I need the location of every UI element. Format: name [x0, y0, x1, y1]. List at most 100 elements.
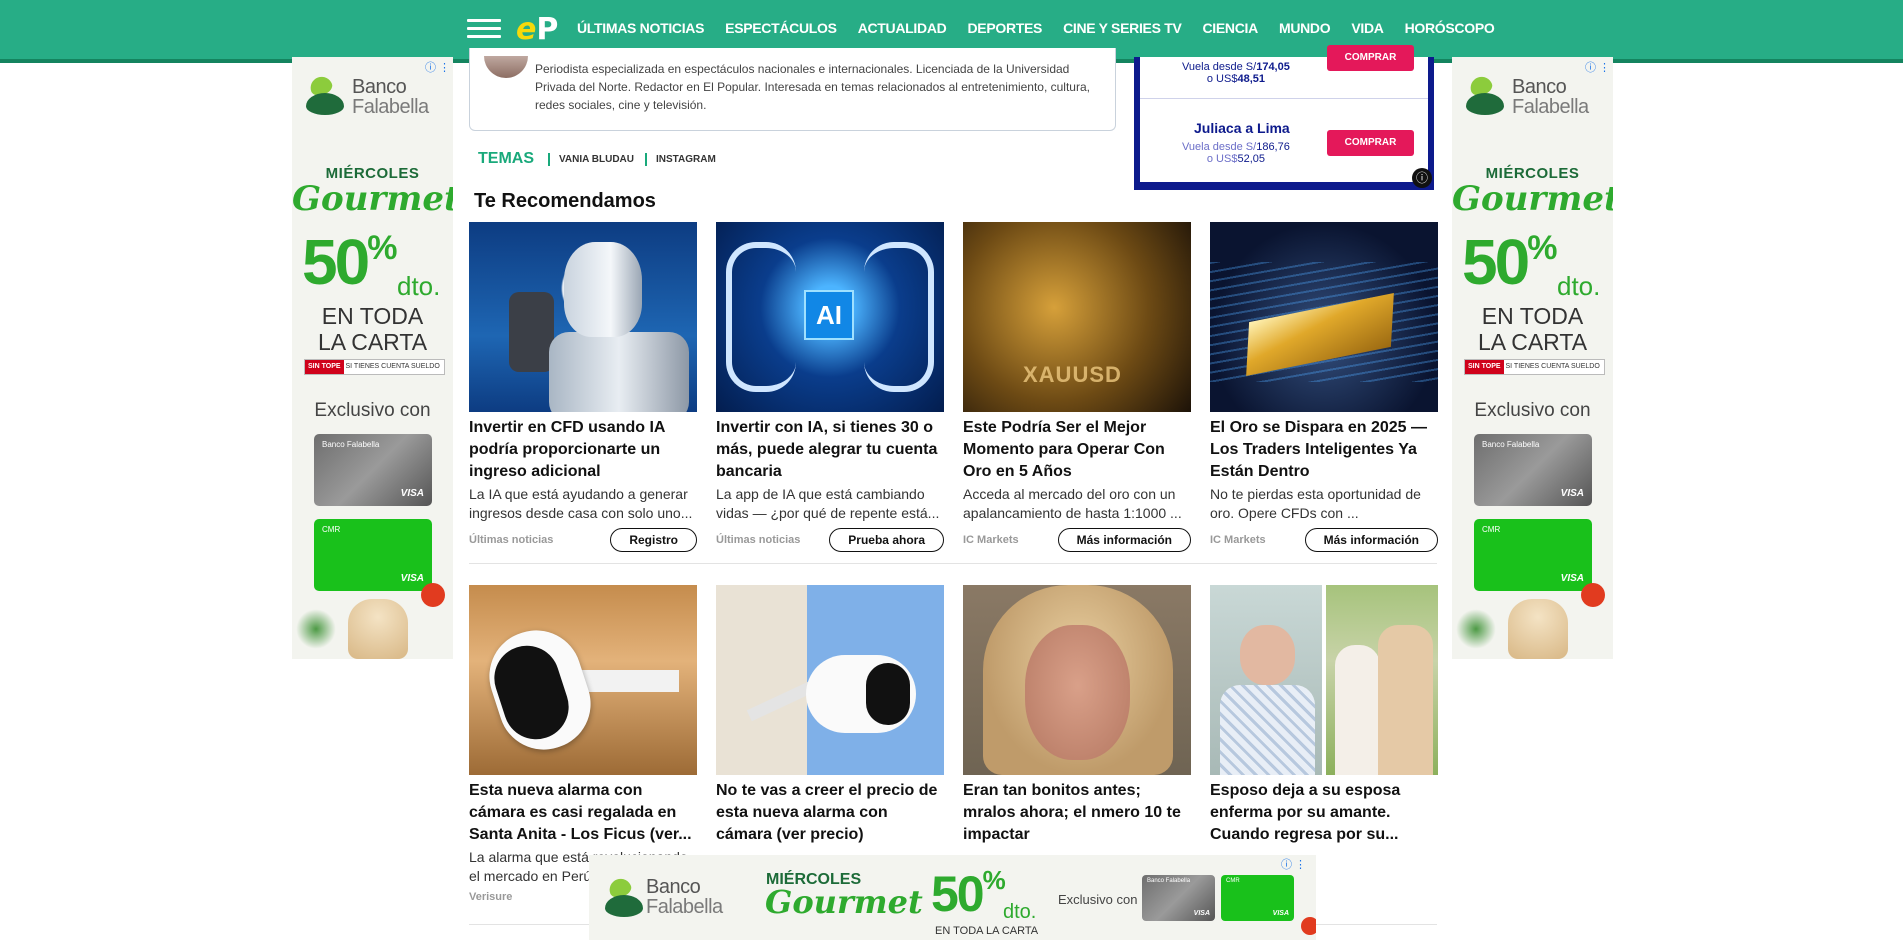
ad-gourmet: Gourmet: [1452, 179, 1613, 219]
ad-info-icon[interactable]: ⓘ: [1412, 168, 1432, 188]
nav-ciencia[interactable]: CIENCIA: [1202, 20, 1258, 36]
card-source: IC Markets: [963, 534, 1019, 546]
card-headline[interactable]: Invertir en CFD usando IA podría proporc…: [469, 417, 697, 483]
cmr-card-image: CMR VISA: [1221, 875, 1294, 921]
banco-falabella-logo: Banco Falabella: [1466, 73, 1589, 117]
card-headline[interactable]: Invertir con IA, si tienes 30 o más, pue…: [716, 417, 944, 483]
mas-informacion-button[interactable]: Más información: [1304, 528, 1438, 552]
ad-info-icon[interactable]: ⓘ ⋮: [425, 59, 450, 75]
robot-image[interactable]: [469, 222, 697, 412]
leaf-logo-icon: [306, 73, 346, 117]
bowl-decoration: [348, 599, 408, 659]
nav-espectaculos[interactable]: ESPECTÁCULOS: [725, 20, 837, 36]
flight-ad[interactable]: Vuela desde S/174,05 o US$48,51 COMPRAR …: [1134, 45, 1434, 190]
recommendation-card[interactable]: Eran tan bonitos antes; mralos ahora; el…: [963, 585, 1191, 846]
author-avatar[interactable]: [484, 56, 528, 78]
ad-exclusivo: Exclusivo con: [314, 400, 431, 421]
nav-actualidad[interactable]: ACTUALIDAD: [858, 20, 947, 36]
el-popular-logo[interactable]: eP: [516, 13, 562, 47]
ad-exclusivo: Exclusivo con: [1058, 892, 1138, 907]
ad-exclusivo: Exclusivo con: [1474, 400, 1591, 421]
ad-info-icon[interactable]: ⓘ ⋮: [1281, 856, 1306, 872]
card-description: No te pierdas esta oportunidad de oro. O…: [1210, 486, 1421, 521]
leaf-logo-icon: [605, 875, 643, 917]
right-side-ad[interactable]: ⓘ ⋮ Banco Falabella MIÉRCOLES Gourmet 50%…: [1452, 57, 1613, 659]
flight-price-1: Vuela desde S/174,05 o US$48,51: [1182, 61, 1290, 85]
gold-bull-bear-image[interactable]: XAUUSD: [963, 222, 1191, 412]
comprar-button-2[interactable]: COMPRAR: [1327, 130, 1414, 156]
ad-gourmet: Gourmet: [765, 883, 923, 921]
ad-dto: dto.: [1557, 271, 1601, 301]
gold-bar-image[interactable]: [1210, 222, 1438, 412]
recommendation-card[interactable]: XAUUSD Este Podría Ser el Mejor Momento …: [963, 222, 1191, 552]
nav-mundo[interactable]: MUNDO: [1279, 20, 1331, 36]
ad-percent: 50%: [302, 226, 397, 298]
recommendation-card[interactable]: Invertir en CFD usando IA podría proporc…: [469, 222, 697, 552]
flight-route: Juliaca a Lima: [1194, 120, 1290, 136]
falabella-card-image: Banco Falabella VISA: [1474, 434, 1592, 506]
ad-gourmet: Gourmet: [292, 179, 453, 219]
recommendation-card[interactable]: Esposo deja a su esposa enferma por su a…: [1210, 585, 1438, 846]
card-source: IC Markets: [1210, 534, 1266, 546]
woman-portrait-image[interactable]: [963, 585, 1191, 775]
banco-falabella-logo: Banco Falabella: [306, 73, 429, 117]
ad-info-icon[interactable]: ⓘ ⋮: [1585, 59, 1610, 75]
ai-hands-image[interactable]: AI: [716, 222, 944, 412]
tomato-decoration: [1581, 583, 1605, 607]
author-bio-text: Periodista especializada en espectáculos…: [535, 62, 1090, 112]
ad-sintope-badge: SIN TOPE SI TIENES CUENTA SUELDO: [1464, 359, 1605, 375]
temas-label: TEMAS: [478, 150, 534, 167]
recommendation-card[interactable]: No te vas a creer el precio de esta nuev…: [716, 585, 944, 846]
card-headline[interactable]: Este Podría Ser el Mejor Momento para Op…: [963, 417, 1191, 483]
mas-informacion-button[interactable]: Más información: [1057, 528, 1191, 552]
card-headline[interactable]: Eran tan bonitos antes; mralos ahora; el…: [963, 780, 1191, 846]
card-description: La IA que está ayudando a generar ingres…: [469, 486, 693, 521]
nav-horoscopo[interactable]: HORÓSCOPO: [1405, 20, 1495, 36]
card-footer: IC Markets Más información: [1210, 528, 1438, 552]
divider: [645, 152, 647, 166]
nav-ultimas-noticias[interactable]: ÚLTIMAS NOTICIAS: [577, 20, 704, 36]
card-headline[interactable]: El Oro se Dispara en 2025 — Los Traders …: [1210, 417, 1438, 483]
card-source: Últimas noticias: [716, 534, 801, 546]
nav-cine-series[interactable]: CINE Y SERIES TV: [1063, 20, 1182, 36]
temas-tags: TEMAS VANIA BLUDAU INSTAGRAM: [478, 150, 727, 168]
nav-deportes[interactable]: DEPORTES: [967, 20, 1042, 36]
ad-en-toda: EN TODA LA CARTA: [317, 303, 428, 355]
card-footer: Últimas noticias Prueba ahora: [716, 528, 944, 552]
card-headline[interactable]: Esta nueva alarma con cámara es casi reg…: [469, 780, 697, 846]
prueba-ahora-button[interactable]: Prueba ahora: [829, 528, 944, 552]
comprar-button-1[interactable]: COMPRAR: [1327, 45, 1414, 71]
left-side-ad[interactable]: ⓘ ⋮ Banco Falabella MIÉRCOLES Gourmet 50%…: [292, 57, 453, 659]
recommendation-card[interactable]: El Oro se Dispara en 2025 — Los Traders …: [1210, 222, 1438, 552]
bottom-banner-ad[interactable]: ⓘ ⋮ Banco Falabella MIÉRCOLES Gourmet 50%…: [589, 855, 1316, 940]
banco-falabella-logo: Banco Falabella: [605, 875, 723, 917]
recommendations-title: Te Recomendamos: [474, 190, 656, 212]
card-description: Acceda al mercado del oro con un apalanc…: [963, 486, 1182, 521]
tomato-decoration: [421, 583, 445, 607]
ad-percent: 50%: [1462, 226, 1557, 298]
falabella-card-image: Banco Falabella VISA: [1142, 875, 1215, 921]
card-headline[interactable]: Esposo deja a su esposa enferma por su a…: [1210, 780, 1438, 846]
card-headline[interactable]: No te vas a creer el precio de esta nuev…: [716, 780, 944, 846]
card-source: Verisure: [469, 891, 513, 903]
tag-vania-bludau[interactable]: VANIA BLUDAU: [559, 154, 634, 165]
security-camera-image[interactable]: [716, 585, 944, 775]
hamburger-menu-icon[interactable]: [467, 19, 501, 39]
cmr-card-image: CMR VISA: [314, 519, 432, 591]
card-footer: Últimas noticias Registro: [469, 528, 697, 552]
flight-price-2: Vuela desde S/186,76 o US$52,05: [1182, 141, 1290, 165]
hospital-couple-image[interactable]: [1210, 585, 1438, 775]
security-camera-image[interactable]: [469, 585, 697, 775]
card-footer: IC Markets Más información: [963, 528, 1191, 552]
row-divider: [469, 563, 1437, 564]
recommendation-card[interactable]: AI Invertir con IA, si tienes 30 o más, …: [716, 222, 944, 552]
author-bio-box: Periodista especializada en espectáculos…: [469, 48, 1116, 131]
tag-instagram[interactable]: INSTAGRAM: [656, 154, 716, 165]
tomato-decoration: [1301, 917, 1316, 935]
nav-vida[interactable]: VIDA: [1351, 20, 1384, 36]
main-nav: ÚLTIMAS NOTICIAS ESPECTÁCULOS ACTUALIDAD…: [577, 20, 1515, 36]
cmr-card-image: CMR VISA: [1474, 519, 1592, 591]
bowl-decoration: [1508, 599, 1568, 659]
herb-decoration: [296, 609, 336, 649]
registro-button[interactable]: Registro: [610, 528, 697, 552]
